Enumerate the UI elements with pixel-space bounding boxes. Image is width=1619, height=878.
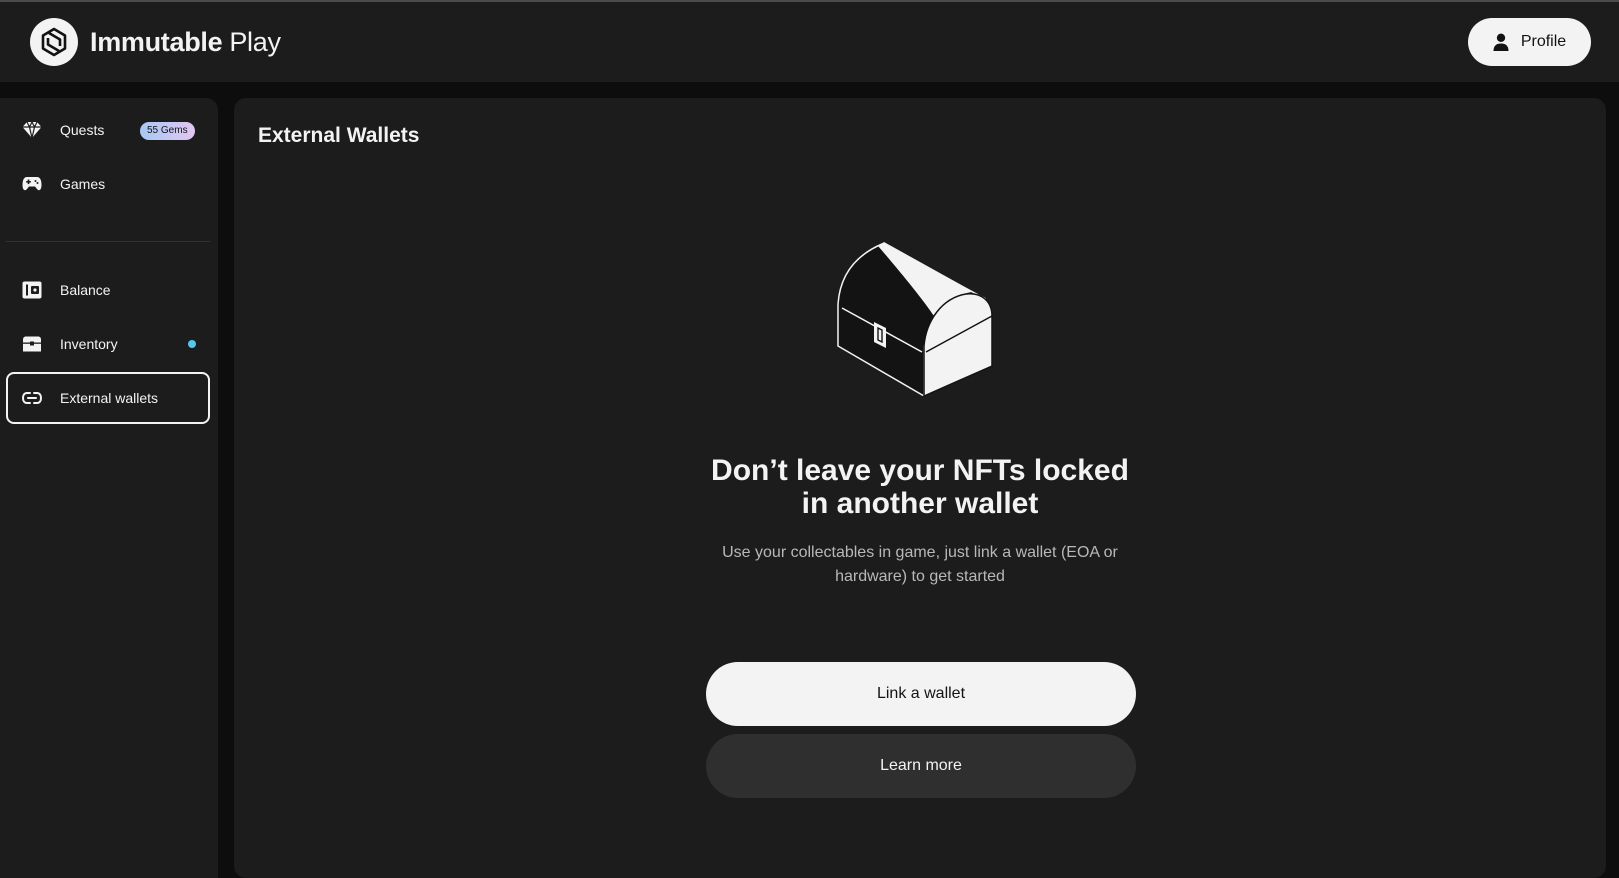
sidebar-item-quests[interactable]: Quests 55 Gems [6, 104, 210, 156]
wallet-icon [22, 280, 42, 300]
sidebar-divider [6, 241, 210, 242]
sidebar-item-label: Inventory [60, 336, 118, 352]
sidebar-item-external-wallets[interactable]: External wallets [6, 372, 210, 424]
headline-line-1: Don’t leave your NFTs locked [711, 454, 1129, 487]
user-icon [1493, 33, 1509, 51]
brand[interactable]: Immutable Play [30, 18, 281, 66]
treasure-chest-illustration [834, 236, 994, 401]
description-line-1: Use your collectables in game, just link… [722, 544, 1118, 561]
top-bar: Immutable Play Profile [0, 0, 1619, 82]
sidebar-item-games[interactable]: Games [6, 158, 210, 210]
chest-icon [22, 334, 42, 354]
link-wallet-button[interactable]: Link a wallet [706, 662, 1136, 726]
gem-icon [22, 120, 42, 140]
immutable-logo-icon [30, 18, 78, 66]
sidebar-item-inventory[interactable]: Inventory [6, 318, 210, 370]
empty-state-description: Use your collectables in game, just link… [670, 541, 1170, 589]
profile-label: Profile [1520, 33, 1567, 50]
link-icon [22, 388, 42, 408]
profile-button[interactable]: Profile [1468, 18, 1591, 66]
brand-name-light: Play [229, 26, 281, 57]
sidebar: Quests 55 Gems Games Balance Inventory E… [0, 98, 218, 878]
sidebar-item-label: Balance [60, 282, 111, 298]
sidebar-item-label: Quests [60, 122, 105, 138]
description-line-2: hardware) to get started [835, 568, 1005, 585]
gamepad-icon [22, 174, 42, 194]
gems-badge: 55 Gems [140, 122, 195, 140]
learn-more-button[interactable]: Learn more [706, 734, 1136, 798]
notification-dot [188, 340, 196, 348]
sidebar-item-balance[interactable]: Balance [6, 264, 210, 316]
brand-name-bold: Immutable [90, 26, 223, 57]
brand-name: Immutable Play [90, 27, 281, 58]
headline-line-2: in another wallet [801, 487, 1039, 520]
sidebar-item-label: External wallets [60, 390, 159, 406]
sidebar-item-label: Games [60, 176, 106, 192]
page-title: External Wallets [258, 124, 420, 147]
main-panel: External Wallets Don’t leave your NFTs l… [234, 98, 1606, 878]
empty-state-headline: Don’t leave your NFTs locked in another … [620, 454, 1220, 520]
